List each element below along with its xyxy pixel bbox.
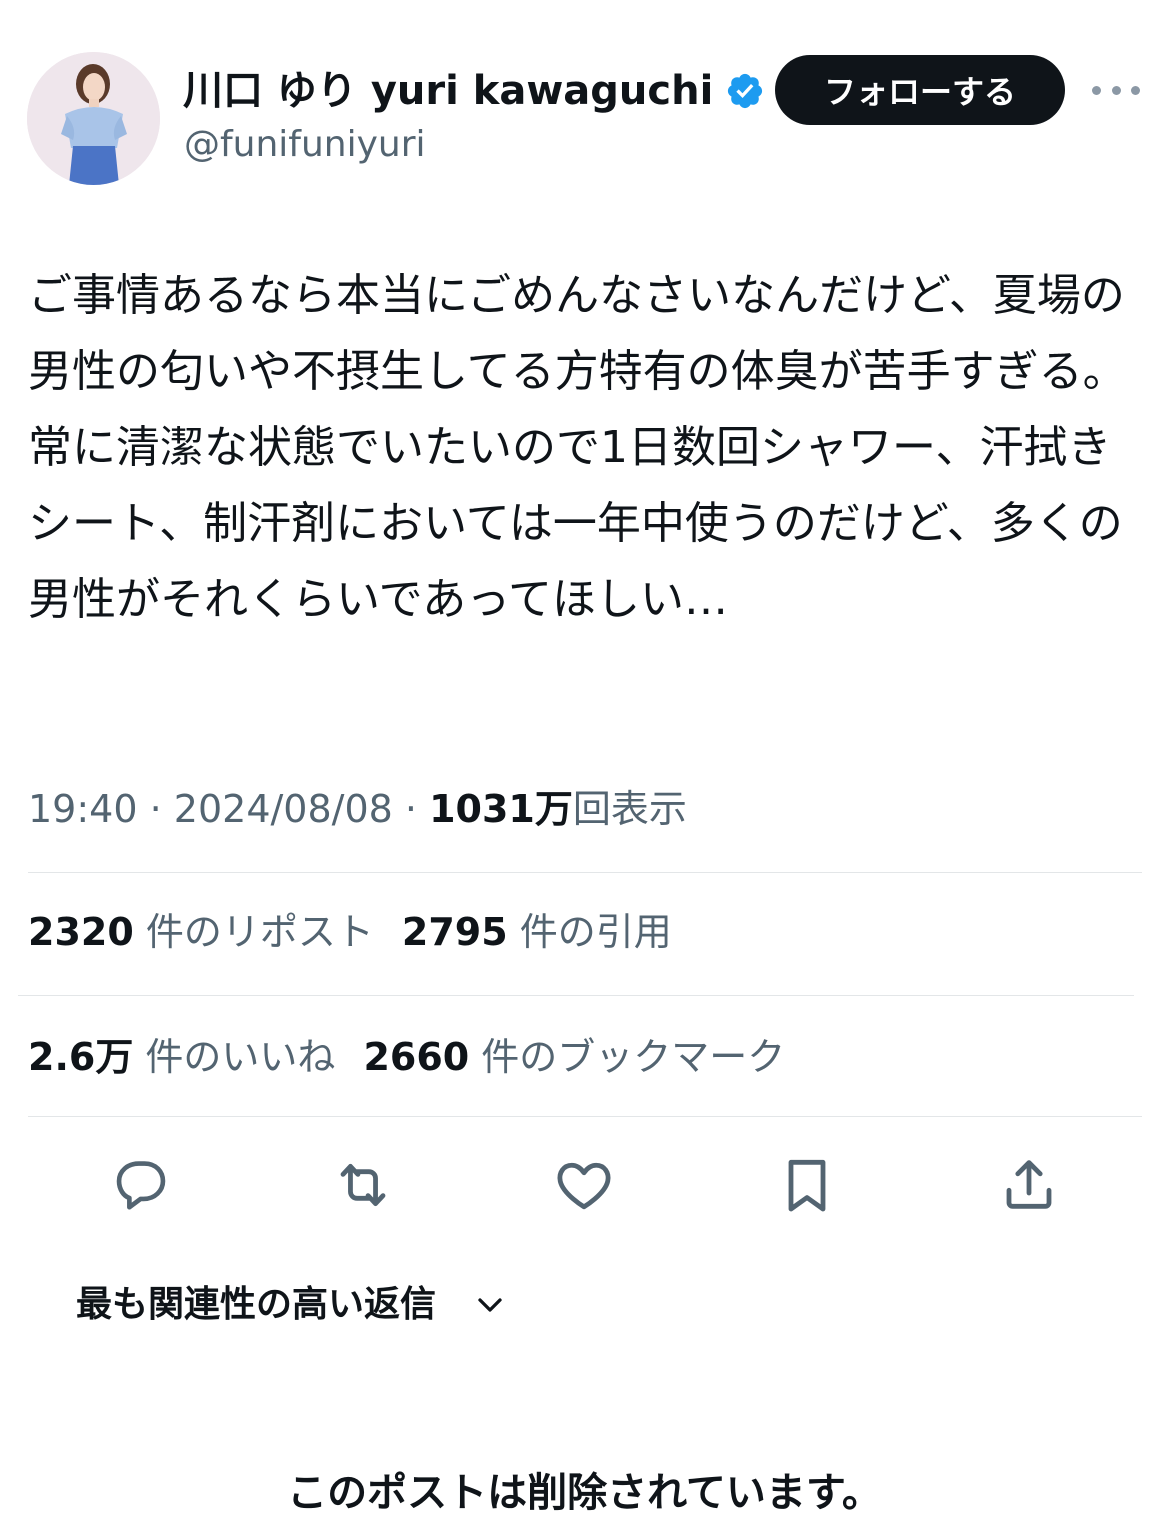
action-bar (0, 1150, 1169, 1220)
views-label: 回表示 (572, 787, 687, 831)
divider (28, 1116, 1142, 1117)
follow-button[interactable]: フォローする (775, 55, 1065, 125)
bookmark-button[interactable] (772, 1150, 842, 1220)
meta-separator: · (149, 787, 162, 831)
share-button[interactable] (994, 1150, 1064, 1220)
reposts-count: 2320 (28, 910, 134, 954)
replies-sort-dropdown[interactable]: 最も関連性の高い返信 (76, 1280, 510, 1330)
profile-photo (27, 52, 160, 185)
author-display-name[interactable]: 川口 ゆり yuri kawaguchi (183, 66, 765, 116)
dot (1092, 85, 1101, 95)
chevron-down-icon (478, 1298, 502, 1312)
meta-separator: · (404, 787, 418, 831)
reposts-label: 件のリポスト (145, 910, 374, 954)
display-name-text: 川口 ゆり yuri kawaguchi (183, 68, 714, 114)
more-dots-icon[interactable] (1092, 78, 1140, 102)
reposts-stat[interactable]: 2320 件のリポスト (28, 910, 374, 954)
quotes-count: 2795 (401, 910, 508, 954)
author-handle[interactable]: @funifuniyuri (184, 122, 426, 168)
dot (1111, 85, 1121, 95)
heart-icon (557, 1162, 611, 1210)
bookmark-icon (788, 1159, 826, 1212)
bookmarks-count: 2660 (363, 1035, 470, 1079)
repost-button[interactable] (328, 1150, 398, 1220)
deleted-post-notice: このポストは削除されています。 (287, 1470, 882, 1516)
views-count: 1031万 (429, 787, 573, 831)
post-date[interactable]: 2024/08/08 (174, 787, 393, 831)
like-button[interactable] (549, 1150, 619, 1220)
quotes-label: 件の引用 (519, 910, 672, 954)
replies-sort-label: 最も関連性の高い返信 (76, 1284, 437, 1325)
dot (1131, 85, 1140, 95)
share-icon (1006, 1160, 1052, 1209)
bookmarks-label: 件のブックマーク (481, 1035, 786, 1079)
divider (18, 995, 1134, 996)
post-time[interactable]: 19:40 (28, 787, 138, 831)
post-text: ご事情あるなら本当にごめんなさいなんだけど、夏場の男性の匂いや不摂生してる方特有… (28, 270, 1127, 625)
likes-label: 件のいいね (145, 1035, 336, 1079)
likes-count: 2.6万 (28, 1035, 134, 1079)
likes-stat[interactable]: 2.6万 件のいいね (28, 1035, 335, 1079)
reply-button[interactable] (106, 1150, 176, 1220)
reply-icon (116, 1161, 166, 1210)
verified-badge-icon (728, 73, 763, 109)
divider (28, 872, 1142, 873)
stats-row-reposts: 2320 件のリポスト 2795 件の引用 (28, 907, 672, 957)
avatar[interactable] (27, 52, 160, 185)
quotes-stat[interactable]: 2795 件の引用 (402, 910, 672, 954)
bookmarks-stat[interactable]: 2660 件のブックマーク (363, 1035, 785, 1079)
post-meta: 19:40 · 2024/08/08 · 1031万回表示 (28, 784, 687, 834)
stats-row-likes: 2.6万 件のいいね 2660 件のブックマーク (28, 1032, 785, 1082)
repost-icon (340, 1163, 386, 1207)
